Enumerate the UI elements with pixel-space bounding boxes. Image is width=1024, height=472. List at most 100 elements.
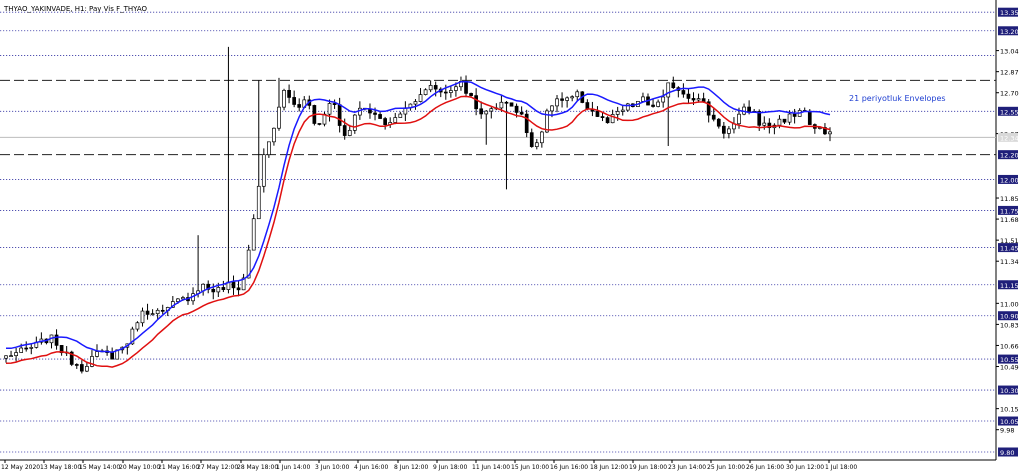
candle-body [666, 82, 671, 98]
candle-body [807, 110, 812, 125]
candle-body [85, 366, 89, 372]
y-tick-label: 10.30 [1000, 387, 1019, 395]
candle-body [292, 97, 296, 105]
candle-body [565, 97, 569, 101]
candle-body [383, 118, 387, 125]
y-tick-label: 12.70 [1000, 90, 1019, 98]
candle-body [737, 113, 741, 125]
candle-body [504, 101, 509, 104]
candle-body [727, 128, 731, 134]
y-tick-label: 10.83 [1000, 321, 1019, 329]
x-tick-label: 1 Jul 18:00 [825, 464, 857, 471]
y-tick-label: 10.49 [1000, 364, 1019, 372]
y-tick-label: 11.45 [1000, 245, 1019, 253]
candle-body [14, 352, 18, 357]
y-tick-label: 10.90 [1000, 313, 1019, 321]
candle-body [828, 131, 832, 135]
candle-body [332, 103, 337, 105]
y-tick-label: 11.34 [1000, 258, 1019, 266]
candle-body [641, 96, 645, 102]
candle-body [620, 109, 625, 112]
candle-body [585, 102, 590, 110]
candle-body [691, 98, 696, 101]
x-tick-label: 9 Jun 18:00 [433, 464, 467, 471]
candle-body [555, 98, 559, 107]
candle-body [777, 118, 782, 126]
candle-body [550, 105, 554, 112]
candle-body [479, 108, 484, 115]
candle-body [24, 347, 29, 350]
y-tick-label: 13.04 [1000, 48, 1019, 56]
current-price-label: 12.34 [1000, 134, 1019, 142]
candle-body [160, 309, 165, 312]
candle-body [287, 89, 291, 98]
candle-body [711, 114, 716, 120]
candle-body [696, 98, 701, 101]
x-tick-label: 15 May 14:00 [79, 464, 120, 471]
candle-body [79, 364, 84, 372]
x-tick-label: 25 Jun 10:00 [707, 464, 745, 471]
x-tick-label: 21 May 16:00 [158, 464, 199, 471]
candle-body [423, 89, 428, 95]
x-tick-label: 8 Jun 12:00 [394, 464, 428, 471]
candle-body [150, 313, 155, 315]
candle-body [216, 287, 221, 293]
candle-body [337, 104, 342, 126]
x-tick-label: 30 Jun 12:00 [786, 464, 824, 471]
y-tick-label: 12.87 [1000, 69, 1019, 77]
candle-body [721, 125, 726, 134]
y-tick-label: 11.00 [1000, 300, 1019, 308]
candle-body [605, 117, 610, 124]
x-tick-label: 27 May 12:00 [197, 464, 238, 471]
y-tick-label: 11.75 [1000, 207, 1019, 215]
y-tick-label: 11.68 [1000, 216, 1019, 224]
candle-body [499, 101, 504, 109]
x-tick-label: 26 Jun 16:00 [746, 464, 784, 471]
candle-body [747, 106, 751, 112]
candle-body [560, 98, 564, 101]
candle-body [393, 117, 398, 123]
candle-body [534, 142, 539, 147]
y-tick-label: 12.55 [1000, 108, 1019, 116]
candle-body [792, 113, 797, 117]
candle-body [575, 91, 580, 98]
candle-body [464, 81, 468, 94]
candle-body [600, 116, 605, 118]
candle-body [762, 122, 767, 126]
candle-body [681, 90, 686, 95]
price-chart: 13.3513.2013.0412.8712.7012.5512.3712.20… [0, 0, 1024, 472]
candle-body [352, 114, 357, 131]
candle-body [716, 118, 721, 127]
candle-body [787, 113, 792, 123]
candle-body [443, 91, 448, 94]
candle-body [256, 185, 261, 220]
candle-body [95, 351, 99, 357]
candle-body [524, 113, 529, 134]
candle-body [19, 347, 24, 353]
x-tick-label: 16 Jun 16:00 [550, 464, 588, 471]
candle-body [514, 105, 519, 113]
x-tick-label: 4 Jun 16:00 [354, 464, 388, 471]
candle-body [373, 112, 377, 115]
candle-body [176, 298, 180, 302]
candle-body [595, 110, 600, 117]
candle-body [297, 104, 302, 108]
candle-body [181, 297, 185, 300]
x-tick-label: 20 May 10:00 [119, 464, 160, 471]
candle-body [489, 108, 494, 112]
candle-body [317, 123, 322, 125]
candle-body [140, 310, 145, 324]
candle-body [4, 355, 8, 359]
candle-body [671, 82, 676, 89]
candle-body [686, 93, 691, 99]
candle-body [236, 287, 241, 291]
candle-body [661, 96, 666, 103]
y-tick-label: 9.80 [1000, 449, 1014, 457]
candle-body [231, 281, 236, 289]
x-tick-label: 19 Jun 18:00 [629, 464, 667, 471]
candle-body [221, 287, 226, 290]
y-tick-label: 13.20 [1000, 28, 1019, 36]
y-tick-label: 12.00 [1000, 176, 1019, 184]
y-tick-label: 10.66 [1000, 342, 1019, 350]
candle-body [358, 107, 362, 116]
